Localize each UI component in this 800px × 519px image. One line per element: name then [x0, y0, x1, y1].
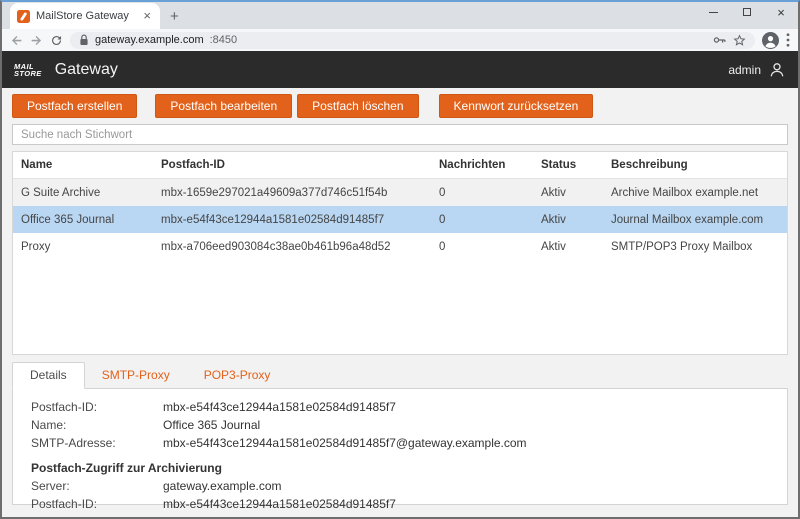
- field-value: mbx-e54f43ce12944a1581e02584d91485f7@gat…: [163, 434, 527, 452]
- window-close-button[interactable]: ×: [764, 0, 798, 24]
- cell-messages: 0: [431, 214, 533, 226]
- cell-status: Aktiv: [533, 214, 603, 226]
- column-header-messages: Nachrichten: [431, 159, 533, 171]
- action-button-row: Postfach erstellen Postfach bearbeiten P…: [12, 94, 788, 118]
- url-port: :8450: [210, 34, 238, 46]
- cell-description: SMTP/POP3 Proxy Mailbox: [603, 241, 787, 253]
- cell-name: Proxy: [13, 241, 153, 253]
- window-minimize-button[interactable]: [696, 0, 730, 24]
- field-label: Postfach-ID:: [31, 398, 163, 416]
- field-label: Server:: [31, 477, 163, 495]
- field-value: gateway.example.com: [163, 477, 282, 495]
- cell-description: Archive Mailbox example.net: [603, 187, 787, 199]
- detail-field: Server: gateway.example.com: [31, 477, 769, 495]
- field-label: Postfach-ID:: [31, 495, 163, 513]
- column-header-name: Name: [13, 159, 153, 171]
- browser-menu-icon[interactable]: [786, 33, 790, 47]
- detail-field: Postfach-ID: mbx-e54f43ce12944a1581e0258…: [31, 398, 769, 416]
- field-value: mbx-e54f43ce12944a1581e02584d91485f7: [163, 398, 396, 416]
- field-label: Name:: [31, 416, 163, 434]
- back-icon[interactable]: [10, 34, 23, 47]
- tab-smtp-proxy[interactable]: SMTP-Proxy: [85, 363, 187, 388]
- tab-close-icon[interactable]: ×: [141, 10, 153, 22]
- cell-messages: 0: [431, 241, 533, 253]
- edit-mailbox-button[interactable]: Postfach bearbeiten: [155, 94, 292, 118]
- cell-status: Aktiv: [533, 187, 603, 199]
- reset-password-button[interactable]: Kennwort zurücksetzen: [439, 94, 594, 118]
- main-content: Postfach erstellen Postfach bearbeiten P…: [2, 88, 798, 517]
- lock-icon[interactable]: [79, 34, 89, 46]
- cell-id: mbx-a706eed903084c38ae0b461b96a48d52: [153, 241, 431, 253]
- archive-access-heading: Postfach-Zugriff zur Archivierung: [31, 459, 769, 477]
- table-row[interactable]: G Suite Archive mbx-1659e297021a49609a37…: [13, 179, 787, 206]
- details-panel: Postfach-ID: mbx-e54f43ce12944a1581e0258…: [12, 389, 788, 505]
- mailstore-logo: MAIL STORE: [14, 63, 42, 77]
- cell-messages: 0: [431, 187, 533, 199]
- column-header-id: Postfach-ID: [153, 159, 431, 171]
- window-maximize-button[interactable]: [730, 0, 764, 24]
- app-header: MAIL STORE Gateway admin: [2, 51, 798, 88]
- tab-pop3-proxy[interactable]: POP3-Proxy: [187, 363, 288, 388]
- column-header-description: Beschreibung: [603, 159, 787, 171]
- field-value: mbx-e54f43ce12944a1581e02584d91485f7: [163, 495, 396, 513]
- new-tab-button[interactable]: +: [160, 8, 189, 29]
- refresh-icon[interactable]: [50, 34, 63, 47]
- tab-title: MailStore Gateway: [36, 10, 135, 22]
- mailstore-favicon-icon: [17, 10, 30, 23]
- cell-name: Office 365 Journal: [13, 214, 153, 226]
- detail-field: Postfach-ID: mbx-e54f43ce12944a1581e0258…: [31, 495, 769, 513]
- browser-tab[interactable]: MailStore Gateway ×: [10, 3, 160, 29]
- table-row-selected[interactable]: Office 365 Journal mbx-e54f43ce12944a158…: [13, 206, 787, 233]
- cell-id: mbx-e54f43ce12944a1581e02584d91485f7: [153, 214, 431, 226]
- cell-description: Journal Mailbox example.com: [603, 214, 787, 226]
- product-title: Gateway: [55, 61, 118, 79]
- browser-toolbar: gateway.example.com :8450: [2, 29, 798, 51]
- detail-field: Name: Office 365 Journal: [31, 416, 769, 434]
- search-input[interactable]: [12, 124, 788, 145]
- browser-window: MailStore Gateway × + × gateway.example.…: [0, 0, 800, 519]
- profile-avatar-icon[interactable]: [762, 32, 779, 49]
- forward-icon[interactable]: [30, 34, 43, 47]
- user-person-icon[interactable]: [768, 61, 786, 79]
- cell-status: Aktiv: [533, 241, 603, 253]
- create-mailbox-button[interactable]: Postfach erstellen: [12, 94, 137, 118]
- logo-text-bottom: STORE: [14, 70, 42, 77]
- delete-mailbox-button[interactable]: Postfach löschen: [297, 94, 418, 118]
- detail-field: SMTP-Adresse: mbx-e54f43ce12944a1581e025…: [31, 434, 769, 452]
- column-header-status: Status: [533, 159, 603, 171]
- field-label: SMTP-Adresse:: [31, 434, 163, 452]
- cell-id: mbx-1659e297021a49609a377d746c51f54b: [153, 187, 431, 199]
- table-row[interactable]: Proxy mbx-a706eed903084c38ae0b461b96a48d…: [13, 233, 787, 260]
- tab-details[interactable]: Details: [12, 362, 85, 389]
- table-header-row: Name Postfach-ID Nachrichten Status Besc…: [13, 152, 787, 179]
- minimize-icon: [709, 12, 718, 13]
- logged-in-user[interactable]: admin: [728, 63, 761, 77]
- detail-tab-bar: Details SMTP-Proxy POP3-Proxy: [12, 363, 788, 389]
- browser-tab-strip: MailStore Gateway × + ×: [2, 2, 798, 29]
- mailbox-table: Name Postfach-ID Nachrichten Status Besc…: [12, 151, 788, 355]
- cell-name: G Suite Archive: [13, 187, 153, 199]
- password-key-icon[interactable]: [713, 34, 727, 46]
- maximize-icon: [743, 8, 751, 16]
- window-controls: ×: [696, 0, 798, 24]
- field-value: Office 365 Journal: [163, 416, 260, 434]
- bookmark-star-icon[interactable]: [733, 34, 746, 47]
- url-bar[interactable]: gateway.example.com :8450: [70, 32, 755, 49]
- url-host: gateway.example.com: [95, 34, 204, 46]
